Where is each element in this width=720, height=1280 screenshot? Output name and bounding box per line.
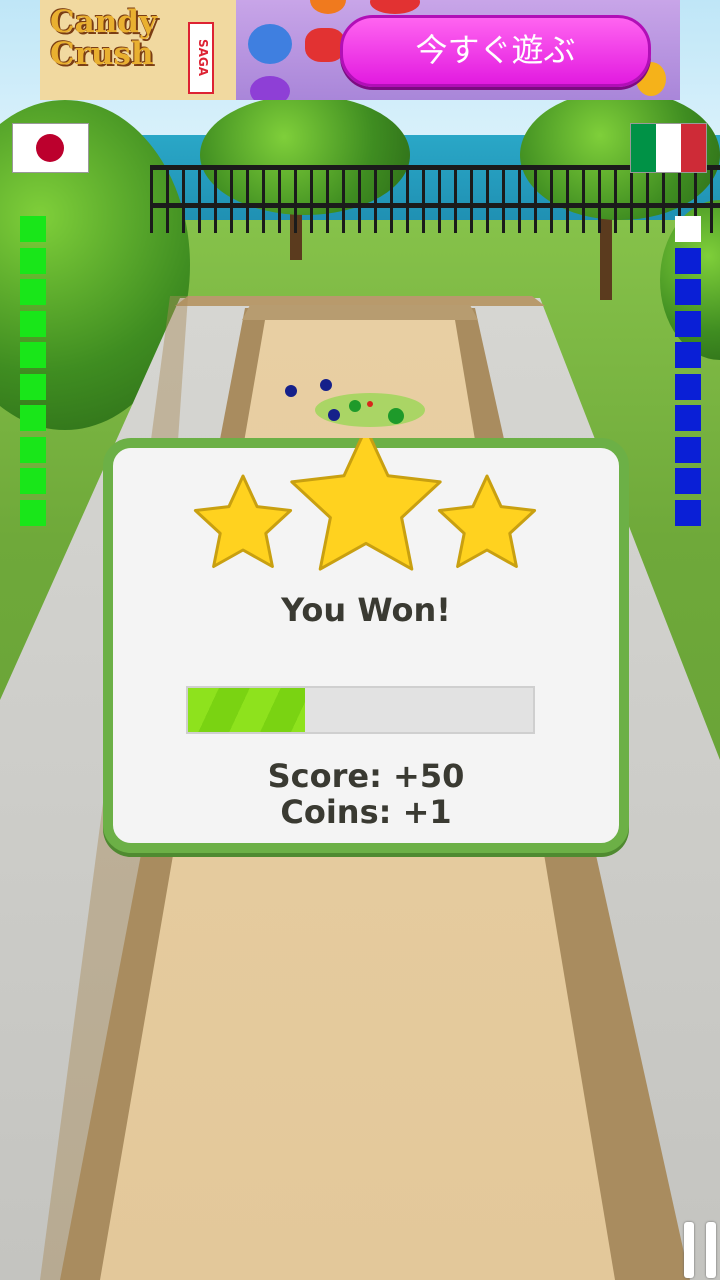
ad-logo-line1: Candy: [50, 4, 157, 40]
green-ball: [388, 408, 404, 424]
meter-segment: [675, 468, 701, 494]
meter-segment: [675, 436, 701, 463]
ad-logo-saga: SAGA: [188, 22, 214, 94]
coins-text: Coins: +1: [280, 793, 452, 831]
japan-flag-icon: [12, 123, 89, 173]
meter-segment: [20, 405, 46, 431]
meter-segment: [20, 373, 46, 400]
blue-ball: [285, 385, 297, 397]
meter-segment: [675, 499, 701, 526]
jack-ball: [367, 401, 373, 407]
candy-icon: [248, 24, 292, 64]
blue-ball: [320, 379, 332, 391]
meter-segment: [675, 216, 701, 242]
meter-segment: [675, 279, 701, 305]
meter-segment: [20, 310, 46, 337]
pause-icon: [684, 1222, 694, 1278]
meter-segment: [20, 247, 46, 274]
meter-segment: [675, 247, 701, 274]
meter-segment: [675, 310, 701, 337]
result-title: You Won!: [281, 591, 451, 629]
meter-segment: [675, 373, 701, 400]
ad-play-now-button[interactable]: 今すぐ遊ぶ: [340, 15, 651, 87]
star-rating: [113, 438, 619, 588]
blue-ball: [328, 409, 340, 421]
candy-icon: [310, 0, 346, 14]
meter-segment: [20, 342, 46, 368]
meter-segment: [675, 342, 701, 368]
green-ball: [349, 400, 361, 412]
progress-bar: [186, 686, 535, 734]
star-icon: [193, 474, 293, 568]
result-dialog: You Won! Score: +50 Coins: +1: [103, 438, 629, 853]
meter-segment: [20, 436, 46, 463]
meter-segment: [20, 216, 46, 242]
player-right-meter: [675, 216, 701, 531]
ad-banner[interactable]: Candy Crush SAGA 今すぐ遊ぶ: [40, 0, 680, 100]
player-left-meter: [20, 216, 46, 531]
meter-segment: [20, 499, 46, 526]
pause-button[interactable]: [682, 1222, 718, 1278]
score-text: Score: +50: [267, 757, 465, 795]
candy-icon: [305, 28, 345, 62]
candy-icon: [370, 0, 420, 14]
star-icon: [290, 438, 442, 571]
italy-flag-icon: [630, 123, 707, 173]
progress-bar-fill: [188, 688, 306, 732]
meter-segment: [675, 405, 701, 431]
star-icon: [437, 474, 537, 568]
meter-segment: [20, 279, 46, 305]
ad-logo: Candy Crush SAGA: [40, 0, 236, 100]
meter-segment: [20, 468, 46, 494]
ad-logo-line2: Crush: [50, 36, 154, 72]
candy-icon: [250, 76, 290, 100]
